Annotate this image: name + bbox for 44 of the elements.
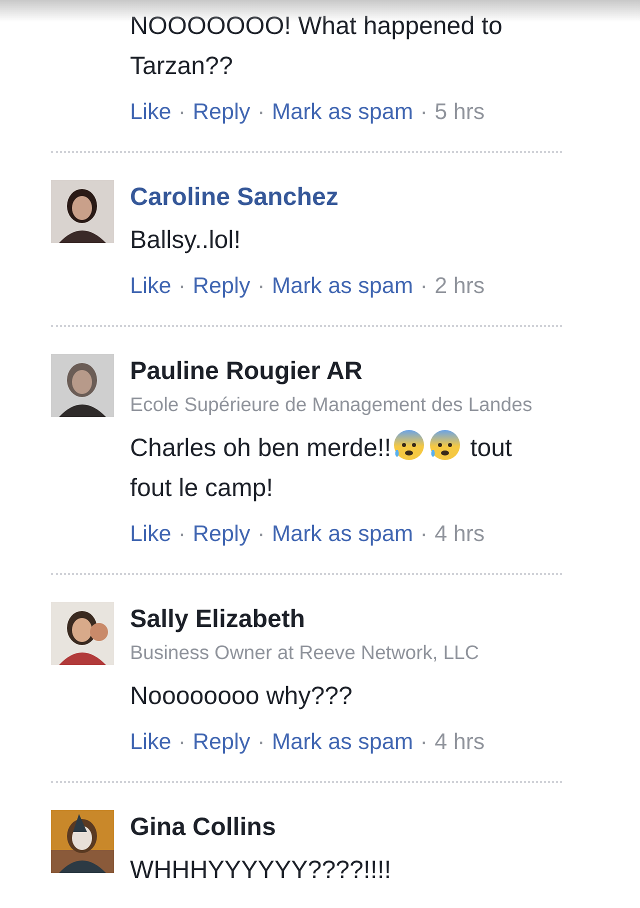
comment-time: 5 hrs	[434, 98, 485, 126]
separator-dot: ·	[178, 98, 186, 126]
comment-text: Ballsy..lol!	[130, 226, 241, 254]
comment-action-link[interactable]: Like	[130, 92, 172, 132]
comment-time: 4 hrs	[434, 728, 485, 756]
comment-action-link[interactable]: Reply	[192, 514, 250, 554]
separator-dot: ·	[178, 272, 186, 300]
commenter-name[interactable]: Gina Collins	[130, 810, 562, 844]
comment-action-link[interactable]: Like	[130, 266, 172, 306]
comment-text: fout le camp!	[130, 474, 274, 502]
separator-dot: ·	[257, 520, 265, 548]
separator-dot: ·	[420, 728, 428, 756]
commenter-workplace: Ecole Supérieure de Management des Landes	[130, 393, 534, 418]
comment-action-link[interactable]: Mark as spam	[272, 266, 414, 306]
separator-dot: ·	[420, 98, 428, 126]
separator-dot: ·	[257, 98, 265, 126]
comment-action-link[interactable]: Mark as spam	[272, 92, 414, 132]
separator-dot: ·	[178, 520, 186, 548]
comment-time: 4 hrs	[434, 520, 485, 548]
comment-action-link[interactable]: Like	[130, 722, 172, 762]
comment-action-link[interactable]: Mark as spam	[272, 722, 414, 762]
comment-text: Noooooooo why???	[130, 682, 352, 710]
separator-dot: ·	[420, 272, 428, 300]
commenter-name[interactable]: Caroline Sanchez	[130, 180, 562, 214]
separator-dot: ·	[420, 520, 428, 548]
anxious-face-icon	[392, 428, 426, 462]
comment-action-link[interactable]: Reply	[192, 722, 250, 762]
separator-dot: ·	[257, 272, 265, 300]
comment-text: Tarzan??	[130, 52, 233, 80]
comment-text: WHHHYYYYYY????!!!!	[130, 856, 392, 884]
comment-text: Charles oh ben merde!!	[130, 434, 392, 462]
comment-action-link[interactable]: Reply	[192, 92, 250, 132]
comment-time: 2 hrs	[434, 272, 485, 300]
anxious-face-icon	[428, 428, 462, 462]
comment-action-link[interactable]: Mark as spam	[272, 514, 414, 554]
comment-action-link[interactable]: Reply	[192, 266, 250, 306]
commenter-name[interactable]: Sally Elizabeth	[130, 602, 562, 636]
comment-action-link[interactable]: Like	[130, 514, 172, 554]
comment-text: tout	[470, 434, 512, 462]
commenter-name[interactable]: Pauline Rougier AR	[130, 354, 562, 388]
separator-dot: ·	[178, 728, 186, 756]
commenter-workplace: Business Owner at Reeve Network, LLC	[130, 641, 480, 666]
comment-text: NOOOOOOO! What happened to	[130, 12, 502, 40]
separator-dot: ·	[257, 728, 265, 756]
